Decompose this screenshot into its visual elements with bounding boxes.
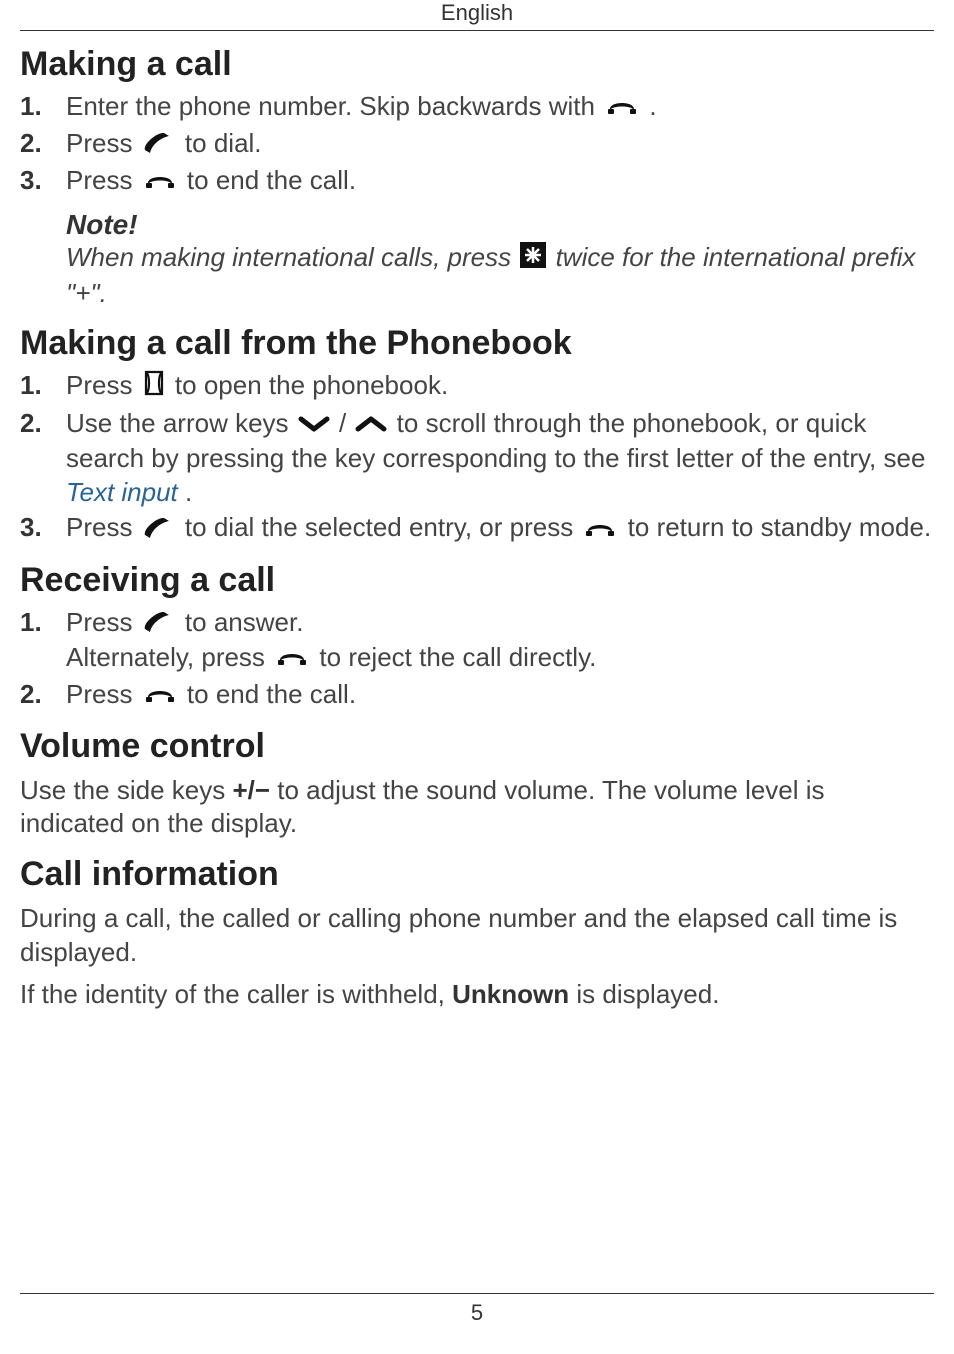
text-input-link[interactable]: Text input [66,477,178,507]
chevron-down-icon [298,408,330,442]
end-call-icon [582,513,618,547]
note-block: Note! When making international calls, p… [66,209,934,310]
volume-text: Use the side keys +/− to adjust the soun… [20,774,934,842]
step-number: 3. [20,511,66,545]
making-call-steps: 1. Enter the phone number. Skip backward… [20,90,934,199]
step-text: to return to standby mode. [628,512,932,542]
asterisk-key-icon [520,242,546,277]
call-icon [142,607,176,641]
step-number: 2. [20,407,66,441]
list-item: 3. Press to end the call. [20,164,934,199]
step-text: Press [66,512,140,542]
call-icon [142,513,176,547]
heading-volume-control: Volume control [20,727,934,766]
list-item: 2. Use the arrow keys / to scroll throug… [20,407,934,510]
step-number: 2. [20,678,66,712]
header-rule [20,30,934,31]
step-text: Press [66,607,140,637]
step-number: 1. [20,606,66,640]
note-text-part: When making international calls, press [66,242,518,272]
end-call-icon [142,165,178,199]
list-item: 1. Press to answer. Alternately, press t… [20,606,934,676]
note-text: When making international calls, press t… [66,241,934,310]
step-number: 1. [20,369,66,403]
list-item: 3. Press to dial the selected entry, or … [20,511,934,546]
phonebook-steps: 1. Press to open the phonebook. 2. Use t… [20,369,934,546]
list-item: 1. Enter the phone number. Skip backward… [20,90,934,125]
document-page: English Making a call 1. Enter the phone… [0,0,954,1354]
step-text: Enter the phone number. Skip backwards w… [66,91,602,121]
step-number: 3. [20,164,66,198]
step-text: Alternately, press [66,642,272,672]
step-text: Press [66,128,140,158]
step-text: to dial. [185,128,262,158]
list-item: 1. Press to open the phonebook. [20,369,934,405]
text-part: If the identity of the caller is withhel… [20,979,452,1009]
step-text: . [185,477,192,507]
heading-receiving-call: Receiving a call [20,561,934,600]
text-part: is displayed. [576,979,719,1009]
step-text: to dial the selected entry, or press [185,512,581,542]
end-call-icon [274,642,310,676]
step-number: 2. [20,127,66,161]
callinfo-p1: During a call, the called or calling pho… [20,902,934,970]
list-item: 2. Press to dial. [20,127,934,162]
list-item: 2. Press to end the call. [20,678,934,713]
step-text: Use the arrow keys [66,408,296,438]
callinfo-p2: If the identity of the caller is withhel… [20,978,934,1012]
step-text: . [649,91,656,121]
page-number: 5 [20,1300,934,1326]
text-part: Use the side keys [20,775,232,805]
step-number: 1. [20,90,66,124]
footer-rule [20,1293,934,1294]
unknown-label: Unknown [452,979,569,1009]
step-text: to end the call. [187,165,356,195]
call-icon [142,128,176,162]
step-text: to end the call. [187,679,356,709]
step-text: Press [66,679,140,709]
step-text: Press [66,370,140,400]
step-text: to open the phonebook. [175,370,448,400]
receiving-steps: 1. Press to answer. Alternately, press t… [20,606,934,713]
end-call-icon [604,91,640,125]
step-text: to answer. [185,607,304,637]
header-language: English [20,0,934,26]
step-text: / [339,408,353,438]
chevron-up-icon [355,408,387,442]
step-text: to reject the call directly. [319,642,596,672]
heading-phonebook-call: Making a call from the Phonebook [20,324,934,363]
step-text: Press [66,165,140,195]
heading-making-a-call: Making a call [20,45,934,84]
end-call-icon [142,679,178,713]
volume-keys: +/− [232,775,270,805]
heading-call-information: Call information [20,855,934,894]
footer: 5 [20,1293,934,1326]
note-heading: Note! [66,209,934,241]
phonebook-icon [142,370,166,405]
